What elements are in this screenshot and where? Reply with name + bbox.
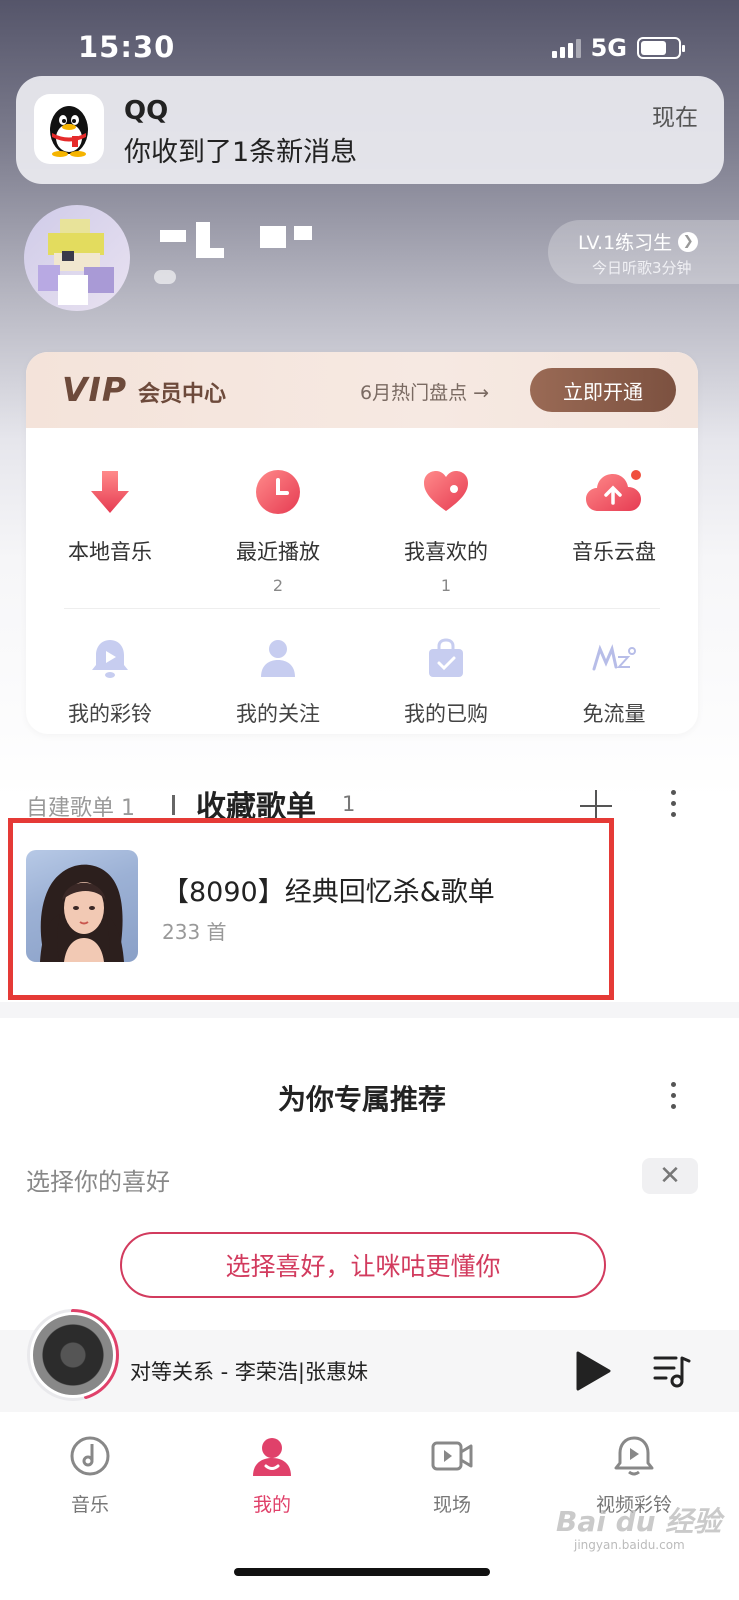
play-icon[interactable] bbox=[574, 1350, 612, 1392]
listen-today: 今日听歌3分钟 bbox=[592, 259, 692, 277]
tab-favorite-count: 1 bbox=[342, 792, 356, 816]
heart-icon bbox=[416, 462, 476, 522]
choose-preference-button[interactable]: 选择喜好，让咪咕更懂你 bbox=[120, 1232, 606, 1298]
clock-icon bbox=[248, 462, 308, 522]
now-playing-song[interactable]: 对等关系 - 李荣浩|张惠妹 bbox=[130, 1356, 368, 1386]
playlist-more-icon[interactable] bbox=[671, 790, 677, 817]
grid-local-music[interactable]: 本地音乐 bbox=[26, 462, 194, 566]
grid-label: 我的关注 bbox=[236, 702, 320, 726]
status-time: 15:30 bbox=[78, 30, 176, 64]
grid-my-ringtone[interactable]: 我的彩铃 bbox=[26, 628, 194, 728]
recommend-more-icon[interactable] bbox=[671, 1082, 677, 1109]
close-preference-button[interactable]: ✕ bbox=[642, 1158, 698, 1194]
avatar[interactable] bbox=[24, 205, 130, 311]
cloud-upload-icon bbox=[584, 462, 644, 522]
bell-ring-icon bbox=[612, 1434, 656, 1478]
playlist-queue-icon[interactable] bbox=[652, 1352, 692, 1390]
tab-separator bbox=[172, 795, 175, 815]
status-indicators: 5G bbox=[551, 34, 685, 62]
tab-label: 我的 bbox=[252, 1494, 291, 1516]
level-badge[interactable]: LV.1练习生 ❯ 今日听歌3分钟 bbox=[548, 220, 739, 284]
grid-label: 音乐云盘 bbox=[572, 540, 656, 564]
grid-free-data[interactable]: 免流量 bbox=[530, 628, 698, 728]
vip-logo: VIP bbox=[62, 370, 128, 409]
level-label: LV.1练习生 bbox=[578, 232, 673, 254]
music-disc-icon bbox=[68, 1434, 112, 1478]
section-separator bbox=[0, 1002, 739, 1018]
qq-notification[interactable]: QQ 你收到了1条新消息 现在 bbox=[16, 76, 724, 184]
recommend-title: 为你专属推荐 bbox=[277, 1083, 446, 1116]
vip-card: VIP 会员中心 6月热门盘点 → 立即开通 本地音乐 最近播放 2 我喜欢的 … bbox=[26, 352, 698, 734]
person-icon bbox=[248, 628, 308, 688]
grid-count: 2 bbox=[272, 576, 284, 595]
notification-app-name: QQ bbox=[124, 96, 169, 126]
bell-icon bbox=[80, 628, 140, 688]
signal-icon bbox=[551, 38, 581, 58]
vip-open-button[interactable]: 立即开通 bbox=[530, 368, 676, 412]
network-type: 5G bbox=[590, 34, 627, 62]
video-icon bbox=[430, 1434, 474, 1478]
qq-penguin-icon bbox=[34, 94, 104, 164]
user-icon bbox=[250, 1434, 294, 1478]
tab-mine[interactable]: 我的 bbox=[212, 1434, 332, 1517]
vip-promo-link[interactable]: 6月热门盘点 → bbox=[360, 378, 489, 405]
grid-label: 免流量 bbox=[582, 702, 646, 726]
grid-label: 我喜欢的 bbox=[404, 540, 488, 564]
notification-time: 现在 bbox=[652, 105, 698, 131]
tab-label: 现场 bbox=[432, 1494, 471, 1516]
chevron-right-icon: ❯ bbox=[678, 231, 699, 252]
grid-my-follow[interactable]: 我的关注 bbox=[194, 628, 362, 728]
grid-divider bbox=[64, 608, 660, 609]
vip-title: 会员中心 bbox=[138, 382, 227, 407]
tab-music[interactable]: 音乐 bbox=[30, 1434, 150, 1517]
highlight-box bbox=[8, 818, 614, 1000]
preference-label: 选择你的喜好 bbox=[26, 1168, 170, 1196]
grid-label: 我的已购 bbox=[404, 702, 488, 726]
battery-icon bbox=[637, 37, 685, 59]
grid-label: 我的彩铃 bbox=[68, 702, 152, 726]
mzone-icon bbox=[584, 628, 644, 688]
vip-banner[interactable]: VIP 会员中心 6月热门盘点 → 立即开通 bbox=[26, 352, 698, 428]
grid-cloud-disk[interactable]: 音乐云盘 bbox=[530, 462, 698, 566]
tab-live[interactable]: 现场 bbox=[392, 1434, 512, 1517]
baidu-watermark: Bai du 经验 bbox=[556, 1505, 722, 1538]
bag-icon bbox=[416, 628, 476, 688]
grid-label: 最近播放 bbox=[236, 540, 320, 564]
grid-recent-play[interactable]: 最近播放 2 bbox=[194, 462, 362, 595]
home-indicator[interactable] bbox=[234, 1568, 490, 1576]
download-arrow-icon bbox=[80, 462, 140, 522]
grid-my-purchased[interactable]: 我的已购 bbox=[362, 628, 530, 728]
grid-favorites[interactable]: 我喜欢的 1 bbox=[362, 462, 530, 595]
grid-label: 本地音乐 bbox=[68, 540, 152, 564]
tab-label: 音乐 bbox=[70, 1494, 109, 1516]
baidu-watermark-url: jingyan.baidu.com bbox=[574, 1538, 685, 1552]
grid-count: 1 bbox=[440, 576, 452, 595]
notification-message: 你收到了1条新消息 bbox=[124, 137, 358, 168]
album-disc[interactable] bbox=[30, 1312, 116, 1398]
